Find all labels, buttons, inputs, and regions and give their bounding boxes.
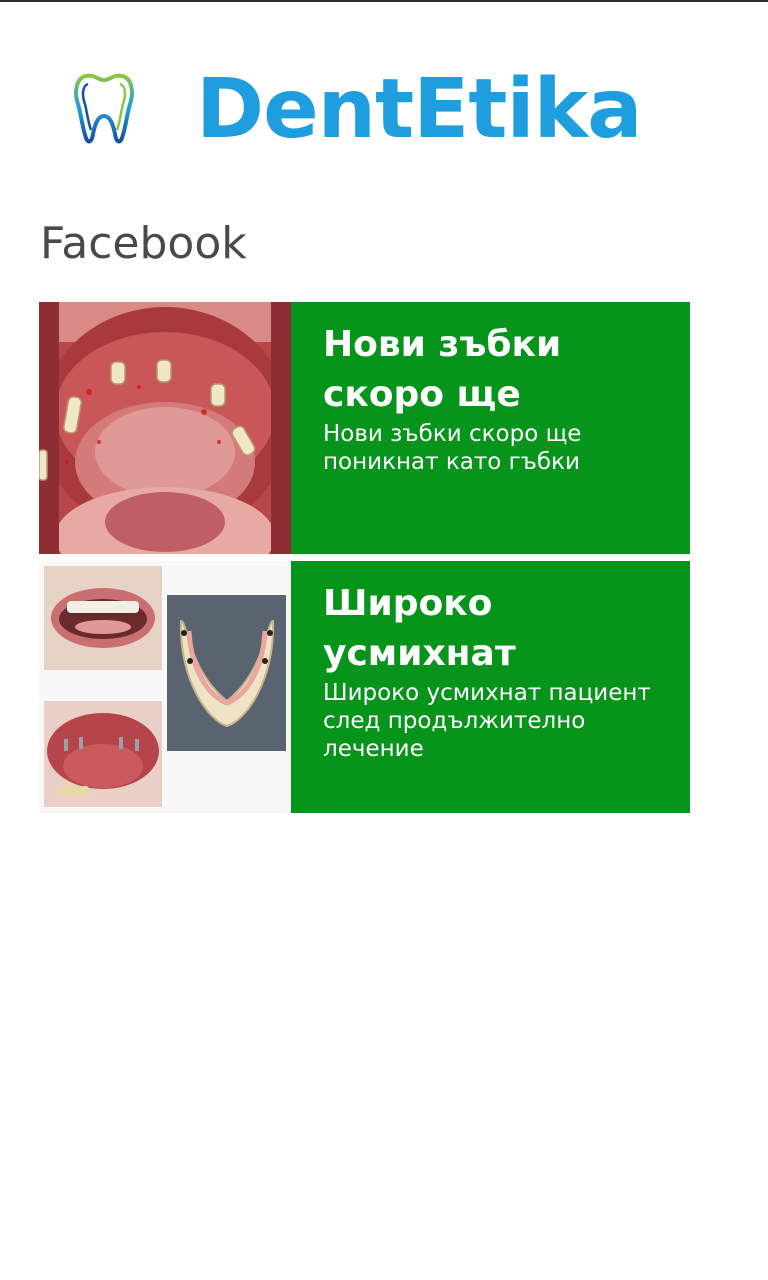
post-title: Нови зъбки скоро ще <box>323 324 562 415</box>
app-header: DentEtika <box>0 60 768 160</box>
post-title: Широко усмихнат <box>323 583 516 674</box>
post-body: Широко усмихнат Широко усмихнат пациент … <box>291 561 690 813</box>
post-body: Нови зъбки скоро ще Нови зъбки скоро ще … <box>291 302 690 554</box>
smile-denture-collage-photo <box>39 561 291 813</box>
post-text: Широко усмихнат пациент след продължител… <box>323 680 651 762</box>
tooth-logo-icon <box>74 73 134 144</box>
brand-name: DentEtika <box>196 62 642 157</box>
mouth-implants-photo <box>39 302 291 554</box>
facebook-post[interactable]: Широко усмихнат Широко усмихнат пациент … <box>39 561 690 813</box>
facebook-post[interactable]: Нови зъбки скоро ще Нови зъбки скоро ще … <box>39 302 690 554</box>
top-border <box>0 0 768 2</box>
post-image-mouth-implants <box>39 302 291 554</box>
post-image-smile-collage <box>39 561 291 813</box>
section-title: Facebook <box>40 218 247 269</box>
post-text: Нови зъбки скоро ще поникнат като гъбки <box>323 421 582 475</box>
